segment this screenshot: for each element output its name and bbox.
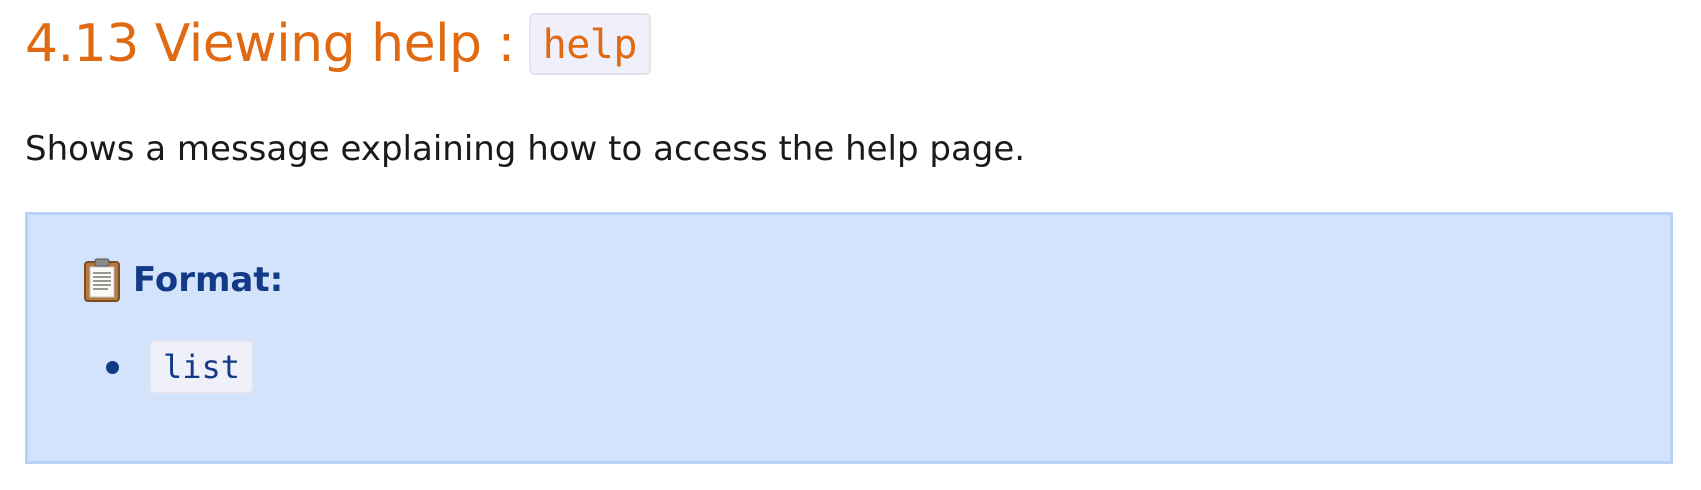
section-description: Shows a message explaining how to access… bbox=[25, 129, 1026, 169]
help-command-code: help bbox=[528, 13, 651, 75]
format-list-item: list bbox=[106, 340, 255, 394]
bullet-icon bbox=[106, 360, 119, 374]
format-list: list bbox=[106, 340, 255, 394]
format-command-code: list bbox=[149, 340, 255, 394]
section-heading: 4.13 Viewing help : help bbox=[25, 12, 1675, 76]
help-section: 4.13 Viewing help : help Shows a message… bbox=[25, 12, 1675, 169]
format-label: Format: bbox=[133, 260, 284, 300]
format-info-box: Format: list bbox=[25, 212, 1673, 464]
format-title: Format: bbox=[83, 257, 283, 303]
clipboard-icon bbox=[83, 257, 121, 303]
section-heading-text: 4.13 Viewing help : bbox=[25, 14, 515, 74]
